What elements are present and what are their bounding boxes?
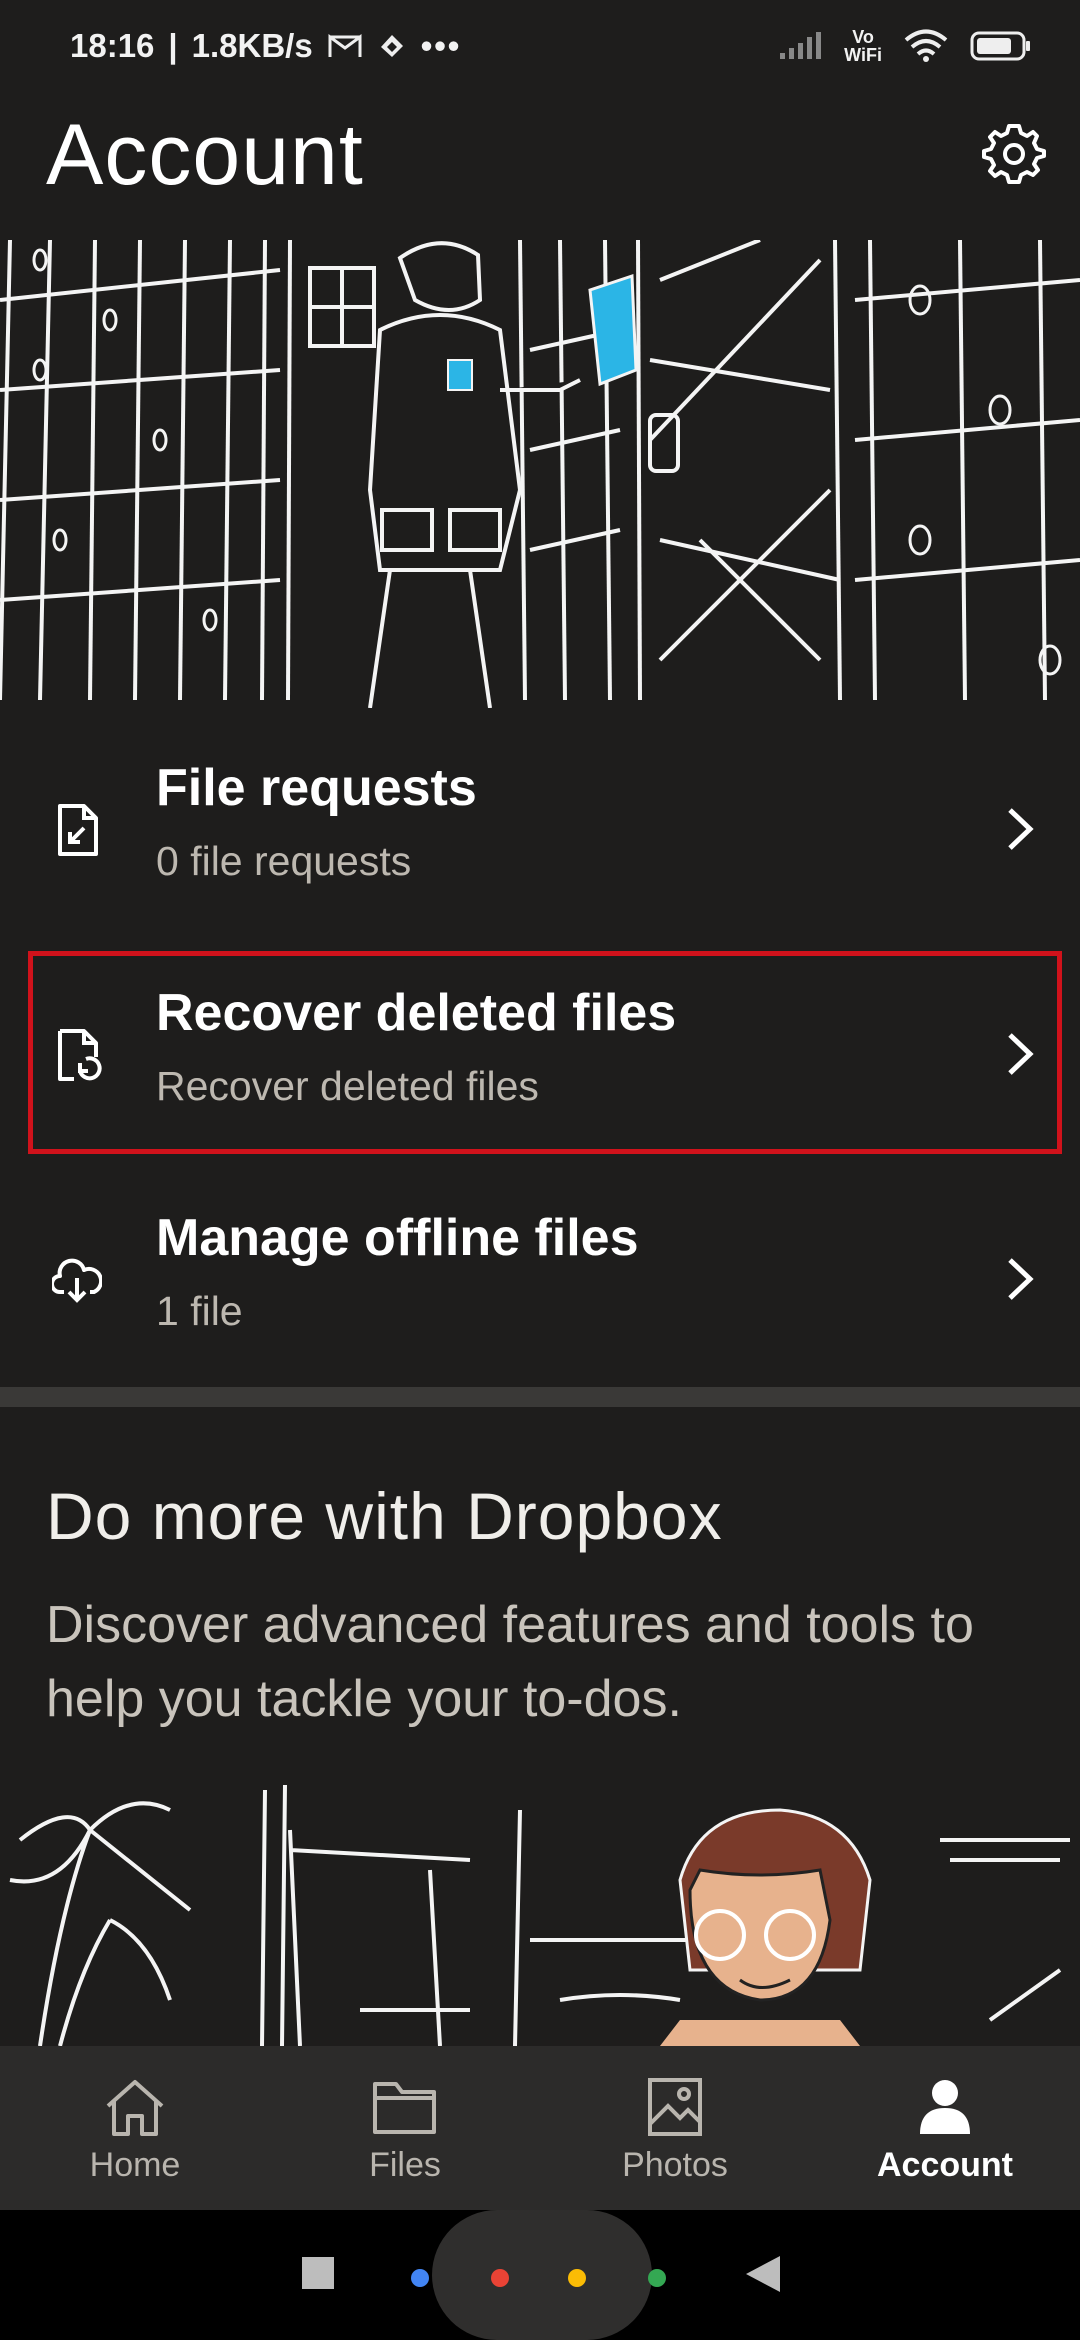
nav-label: Files [369,2146,441,2184]
list-item-manage-offline-files[interactable]: Manage offline files 1 file [0,1166,1080,1391]
person-illustration [9,1784,1070,2046]
nav-account[interactable]: Account [810,2046,1080,2210]
status-speed: 1.8KB/s [191,27,313,64]
battery-icon [970,31,1030,61]
status-left: 18:16 | 1.8KB/s ••• [70,27,461,65]
item-subtitle: 1 file [156,1288,243,1334]
promo-description: Discover advanced features and tools to … [46,1596,974,1728]
list-item-recover-deleted-files[interactable]: Recover deleted files Recover deleted fi… [0,941,1080,1166]
more-notifications-icon: ••• [420,27,462,64]
status-time: 18:16 [70,27,155,64]
recents-icon[interactable] [300,2255,336,2291]
system-navigation-bar [0,2210,1080,2340]
list-item-file-requests[interactable]: File requests 0 file requests [0,716,1080,941]
nav-files[interactable]: Files [270,2046,540,2210]
folder-icon [373,2082,436,2134]
back-icon[interactable] [744,2254,782,2294]
item-title: Recover deleted files [156,984,677,1042]
status-bar: 18:16 | 1.8KB/s ••• Vo WiFi [0,0,1080,92]
vowifi-top: Vo [852,27,874,47]
wifi-icon [904,29,948,62]
chevron-right-icon [1008,808,1034,850]
promo-title: Do more with Dropbox [46,1479,723,1553]
item-title: Manage offline files [156,1209,639,1267]
hero-illustration [0,240,1080,708]
gmail-icon [328,34,362,57]
vowifi-indicator: Vo WiFi [844,28,882,64]
home-icon [106,2080,164,2136]
promo-illustration [0,1770,1080,2046]
app-notification-icon [380,35,403,57]
file-cabinet-illustration [0,240,1080,708]
chevron-right-icon [1008,1033,1034,1075]
item-subtitle: Recover deleted files [156,1063,539,1109]
nav-label: Home [89,2146,181,2184]
section-divider [0,1387,1080,1407]
file-request-icon [58,804,98,856]
gear-icon[interactable] [982,120,1046,184]
nav-home[interactable]: Home [0,2046,270,2210]
signal-icon [780,32,822,59]
file-restore-icon [58,1029,102,1081]
header: Account [0,92,1080,240]
chevron-right-icon [1008,1258,1034,1300]
status-separator: | [168,27,178,64]
bottom-navigation: Home Files Photos Account [0,2046,1080,2210]
person-icon [920,2080,970,2134]
nav-label: Photos [622,2146,728,2184]
page-title: Account [46,107,364,203]
nav-label: Account [877,2146,1013,2184]
account-options-list: File requests 0 file requests Recover de… [0,716,1080,1391]
photo-icon [648,2078,702,2136]
nav-photos[interactable]: Photos [540,2046,810,2210]
cloud-download-icon [52,1258,102,1303]
item-subtitle: 0 file requests [156,838,412,884]
assistant-dots-icon [411,2269,666,2287]
item-title: File requests [156,759,477,817]
status-right: Vo WiFi [778,28,1032,64]
vowifi-bottom: WiFi [844,45,882,65]
